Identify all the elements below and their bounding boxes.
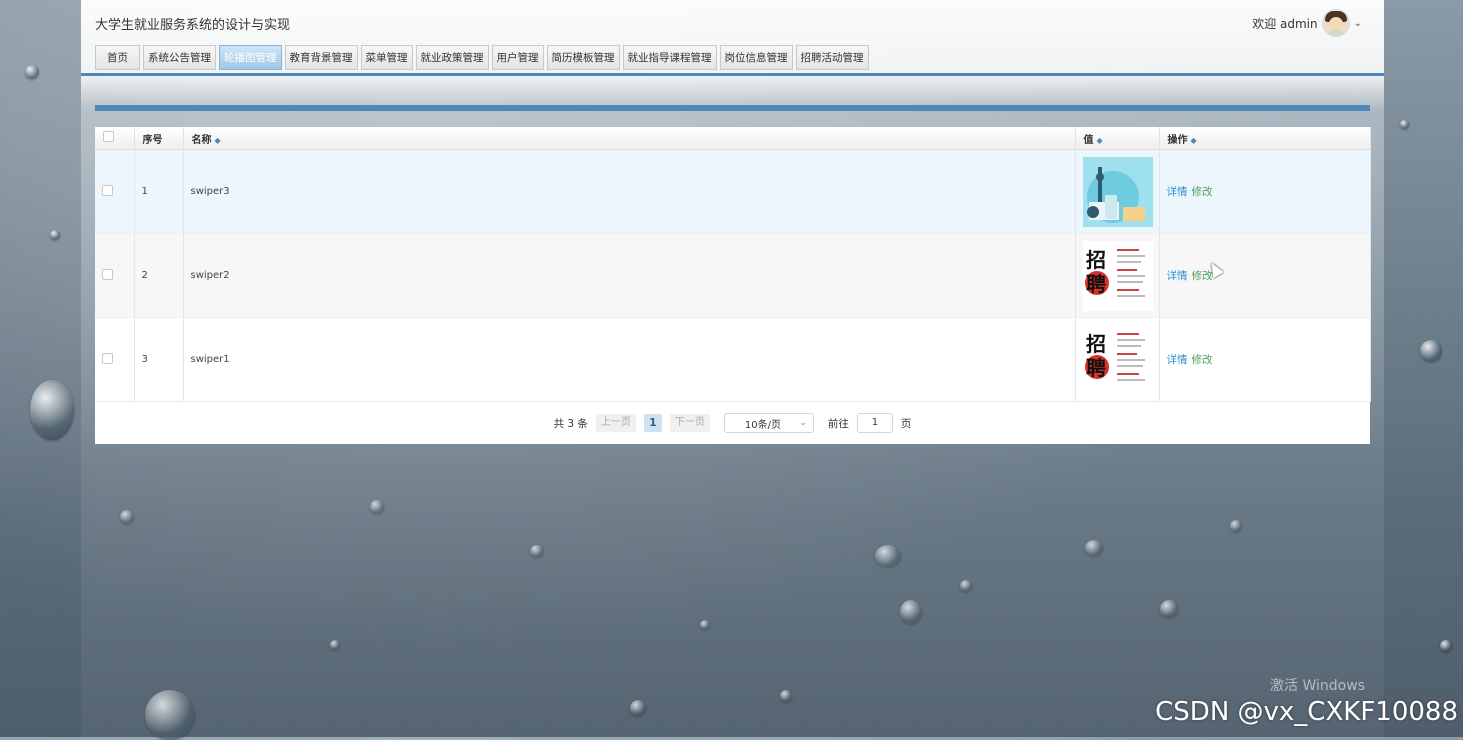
- row-image-cell: [1075, 149, 1160, 234]
- prev-page-button[interactable]: 上一页: [595, 414, 636, 432]
- tab-home[interactable]: 首页: [95, 45, 140, 70]
- carousel-table: 序号 名称 ◆ 值 ◆ 操作 ◆ 1 swiper3 详情 修改 2 swipe…: [95, 127, 1371, 402]
- sort-icon[interactable]: ◆: [215, 136, 221, 145]
- sort-icon[interactable]: ◆: [1191, 136, 1197, 145]
- edit-link[interactable]: 修改: [1192, 186, 1213, 198]
- city-illustration-thumbnail[interactable]: [1082, 156, 1153, 227]
- row-name: swiper1: [183, 317, 1076, 402]
- row-actions: 详情 修改: [1159, 149, 1371, 234]
- tab-jobs[interactable]: 岗位信息管理: [719, 45, 793, 70]
- tab-menu[interactable]: 菜单管理: [360, 45, 413, 70]
- pagination: 共 3 条 上一页 1 下一页 10条/页 ⌄ 前往 1 页: [95, 403, 1370, 443]
- content-top-bar: [95, 105, 1370, 111]
- poster-char-2: 聘: [1086, 356, 1106, 380]
- user-menu[interactable]: 欢迎 admin ⌄: [1252, 9, 1362, 37]
- poster-char-2: 聘: [1086, 272, 1106, 296]
- nav-tabs: 首页 系统公告管理 轮播图管理 教育背景管理 菜单管理 就业政策管理 用户管理 …: [95, 45, 869, 70]
- detail-link[interactable]: 详情: [1167, 186, 1188, 198]
- app-title: 大学生就业服务系统的设计与实现: [95, 18, 291, 33]
- sort-icon[interactable]: ◆: [1097, 136, 1103, 145]
- tab-carousel[interactable]: 轮播图管理: [219, 45, 282, 70]
- row-name: swiper2: [183, 233, 1076, 318]
- tab-education[interactable]: 教育背景管理: [284, 45, 358, 70]
- detail-link[interactable]: 详情: [1167, 354, 1188, 366]
- poster-char-1: 招: [1086, 248, 1106, 272]
- tab-announcements[interactable]: 系统公告管理: [143, 45, 216, 70]
- page-size-value: 10条/页: [744, 419, 782, 431]
- tab-users[interactable]: 用户管理: [491, 45, 544, 70]
- row-image-cell: 招 聘: [1075, 317, 1160, 402]
- activate-windows-notice: 激活 Windows: [1270, 678, 1365, 694]
- row-checkbox[interactable]: [102, 184, 113, 196]
- table-row: 1 swiper3 详情 修改: [95, 149, 1371, 234]
- table-row: 2 swiper2 招 聘 详情 修改: [95, 233, 1371, 318]
- tab-courses[interactable]: 就业指导课程管理: [622, 45, 717, 70]
- header-index: 序号: [134, 127, 184, 150]
- row-checkbox[interactable]: [102, 268, 113, 280]
- table-header-row: 序号 名称 ◆ 值 ◆ 操作 ◆: [95, 127, 1371, 150]
- next-page-button[interactable]: 下一页: [669, 414, 710, 432]
- goto-page-input[interactable]: 1: [856, 413, 893, 433]
- detail-link[interactable]: 详情: [1167, 270, 1188, 282]
- row-index: 1: [134, 149, 184, 234]
- chevron-down-icon[interactable]: ⌄: [1354, 18, 1362, 29]
- pager-total: 共 3 条: [553, 417, 588, 430]
- goto-label: 前往: [827, 417, 849, 430]
- select-all-checkbox[interactable]: [103, 131, 114, 142]
- row-actions: 详情 修改: [1159, 233, 1371, 318]
- page-size-select[interactable]: 10条/页 ⌄: [723, 413, 814, 433]
- recruit-poster-thumbnail[interactable]: 招 聘: [1082, 324, 1153, 395]
- tab-policy[interactable]: 就业政策管理: [415, 45, 489, 70]
- nav-divider: [81, 73, 1384, 76]
- avatar[interactable]: [1321, 9, 1350, 37]
- row-index: 3: [134, 317, 184, 402]
- header-name[interactable]: 名称 ◆: [183, 127, 1076, 150]
- row-name: swiper3: [183, 149, 1076, 234]
- row-checkbox[interactable]: [102, 352, 113, 364]
- user-greeting: 欢迎 admin: [1252, 16, 1318, 31]
- poster-char-1: 招: [1086, 332, 1106, 356]
- tab-recruitment[interactable]: 招聘活动管理: [795, 45, 869, 70]
- header-value[interactable]: 值 ◆: [1075, 127, 1160, 150]
- select-all-cell: [95, 127, 135, 150]
- page-unit-label: 页: [900, 417, 912, 430]
- recruit-poster-thumbnail[interactable]: 招 聘: [1082, 240, 1153, 311]
- table-row: 3 swiper1 招 聘 详情 修改: [95, 317, 1371, 402]
- page-number-current[interactable]: 1: [643, 414, 662, 432]
- edit-link[interactable]: 修改: [1192, 354, 1213, 366]
- carousel-table-container: 序号 名称 ◆ 值 ◆ 操作 ◆ 1 swiper3 详情 修改 2 swipe…: [95, 127, 1371, 444]
- header-actions[interactable]: 操作 ◆: [1159, 127, 1371, 150]
- chevron-down-icon: ⌄: [799, 418, 807, 428]
- main-panel: 大学生就业服务系统的设计与实现 欢迎 admin ⌄ 首页 系统公告管理 轮播图…: [81, 0, 1384, 737]
- row-image-cell: 招 聘: [1075, 233, 1160, 318]
- row-index: 2: [134, 233, 184, 318]
- row-actions: 详情 修改: [1159, 317, 1371, 402]
- watermark: CSDN @vx_CXKF10088: [1155, 697, 1458, 727]
- tab-resume-templates[interactable]: 简历模板管理: [546, 45, 620, 70]
